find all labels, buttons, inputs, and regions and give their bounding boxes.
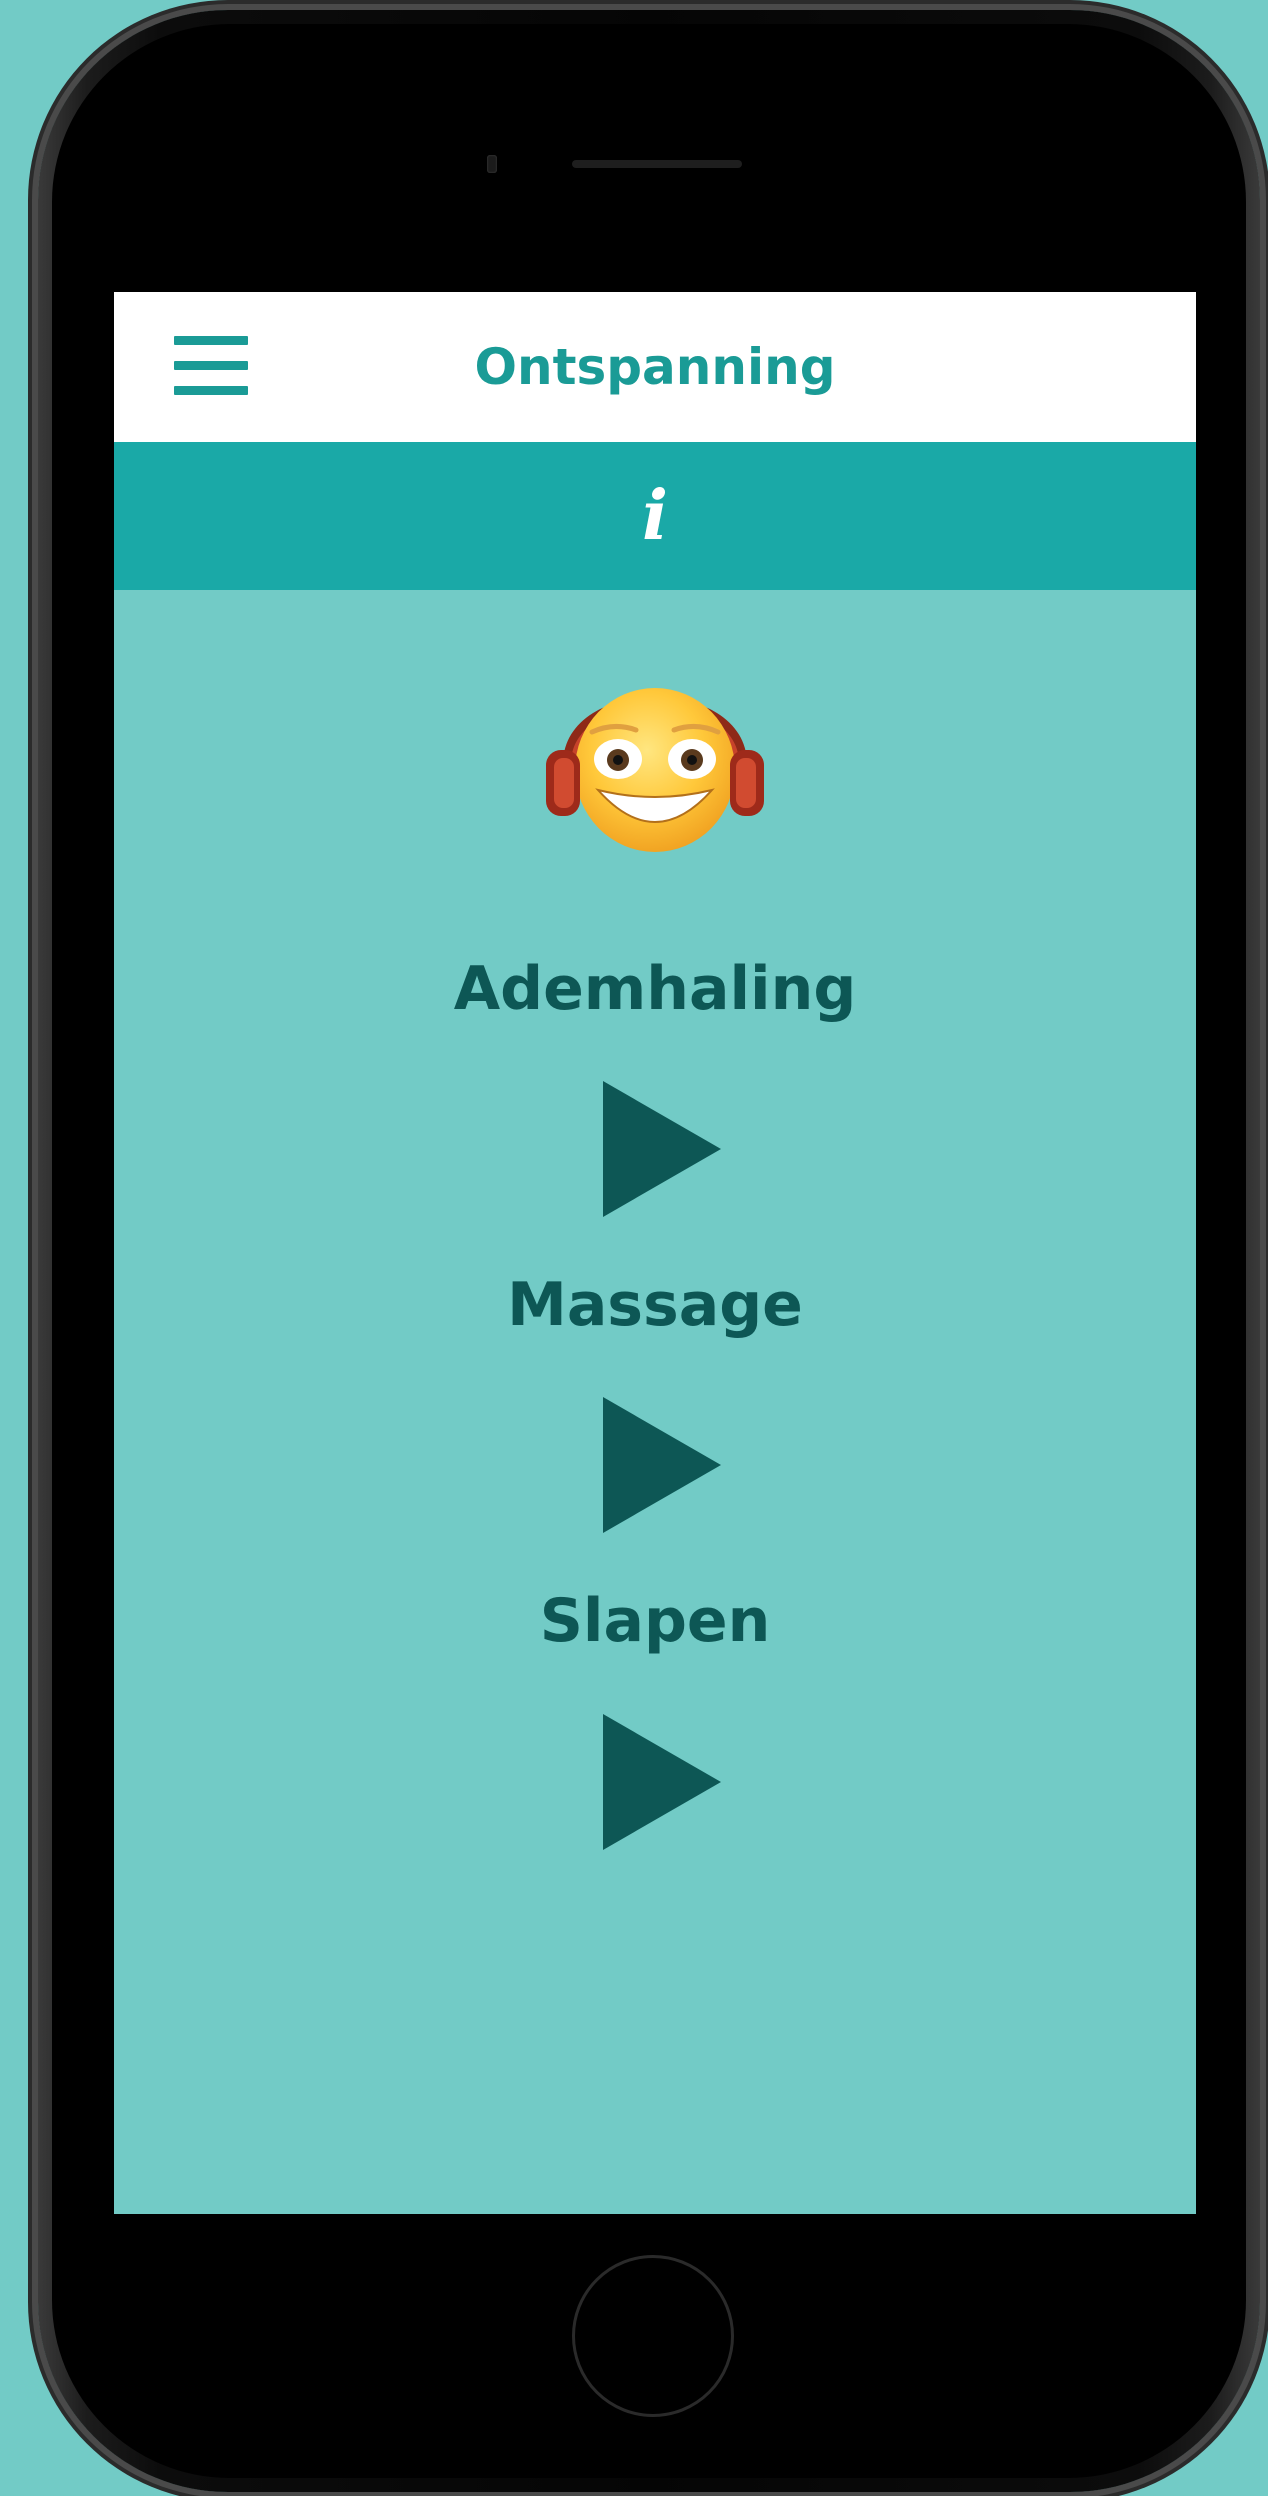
play-icon [603,1081,721,1217]
info-icon: i [642,476,668,556]
play-ademhaling-button[interactable] [603,1081,721,1217]
app-screen: Ontspanning i Ademhaling Massage Slapen [114,292,1196,2214]
home-button[interactable] [572,2255,734,2417]
play-massage-button[interactable] [603,1397,721,1533]
section-title-ademhaling: Ademhaling [453,954,857,1024]
nav-bar: Ontspanning [114,292,1196,442]
play-slapen-button[interactable] [603,1714,721,1850]
section-title-massage: Massage [507,1270,803,1340]
play-icon [603,1397,721,1533]
smiley-headphones-icon [542,654,768,864]
page-title: Ontspanning [474,338,836,396]
play-icon [603,1714,721,1850]
stage: Ontspanning i Ademhaling Massage Slapen [0,0,1268,2496]
front-camera [487,155,497,173]
section-title-slapen: Slapen [539,1586,771,1656]
earpiece-speaker [572,160,742,168]
info-button[interactable]: i [114,442,1196,590]
